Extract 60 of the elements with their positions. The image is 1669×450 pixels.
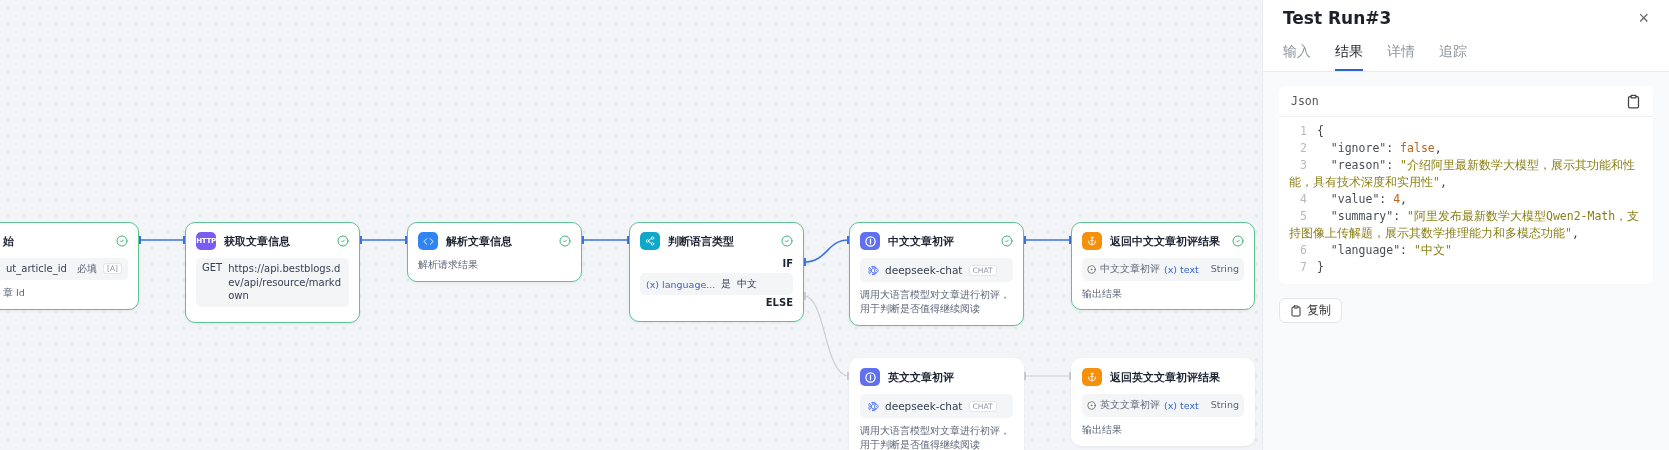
node-title: 获取文章信息 <box>224 233 291 249</box>
output-variable: (x) text <box>1164 263 1200 275</box>
node-title: 返回中文文章初评结果 <box>1110 233 1221 249</box>
code-line: 3 "reason": "介绍阿里最新数学大模型，展示其功能和性能，具有技术深度和实用性", <box>1289 157 1637 191</box>
node-icon <box>1087 400 1096 410</box>
panel-title: Test Run#3 <box>1283 8 1392 28</box>
condition-variable: (x) language... <box>646 278 716 290</box>
workflow-node[interactable]: 返回中文文章初评结果 中文文章初评 (x) text String 输出结果 <box>1071 222 1255 311</box>
else-label: ELSE <box>764 297 793 308</box>
model-name: deepseek-chat <box>885 400 963 412</box>
node-title: 中文文章初评 <box>888 233 955 249</box>
code-line: 1 { <box>1299 123 1325 140</box>
clipboard-icon[interactable] <box>1626 93 1641 109</box>
copy-button[interactable]: 复制 <box>1279 298 1342 323</box>
code-line: 7 } <box>1299 259 1325 276</box>
check-icon <box>116 235 128 247</box>
param-description: 章 Id <box>3 286 25 298</box>
condition-value: 中文 <box>737 277 758 291</box>
anchor-icon <box>1082 232 1102 250</box>
http-method: GET <box>202 262 223 273</box>
output-type: String <box>1210 398 1239 413</box>
node-title: 始 <box>3 233 15 249</box>
code-line: 2 "ignore": false, <box>1299 140 1443 157</box>
node-description: 输出结果 <box>1082 423 1122 435</box>
request-url: https://api.bestblogs.dev/api/resource/markdown <box>228 262 342 303</box>
check-icon <box>559 235 571 247</box>
model-name: deepseek-chat <box>885 264 963 276</box>
output-source: 英文文章初评 <box>1100 398 1160 412</box>
node-title: 判断语言类型 <box>668 233 735 249</box>
workflow-node[interactable]: 返回英文文章初评结果 英文文章初评 (x) text String 输出结果 <box>1071 358 1255 447</box>
node-description: 调用大语言模型对文章进行初评，用于判断是否值得继续阅读 <box>860 424 1011 450</box>
code-line: 5 "summary": "阿里发布最新数学大模型Qwen2-Math，支持图像上传解题，展示其数学推理能力和多模态功能", <box>1289 208 1641 242</box>
format-label: Json <box>1291 94 1319 108</box>
check-icon <box>1232 235 1244 247</box>
code-icon <box>418 232 438 250</box>
clipboard-icon <box>1290 304 1302 317</box>
node-title: 解析文章信息 <box>446 233 513 249</box>
branch-icon <box>640 232 660 250</box>
output-variable: (x) text <box>1164 399 1200 411</box>
code-line: 6 "language": "中文" <box>1299 242 1453 259</box>
code-line: 4 "value": 4, <box>1299 191 1409 208</box>
check-icon <box>337 235 349 247</box>
output-type: String <box>1210 262 1239 277</box>
condition-operator: 是 <box>721 277 732 291</box>
workflow-node[interactable]: 判断语言类型 IF (x) language... 是 中文 ELSE <box>629 222 804 322</box>
close-button[interactable]: × <box>1638 9 1649 27</box>
workflow-node[interactable]: 解析文章信息 解析请求结果 <box>407 222 582 282</box>
output-source: 中文文章初评 <box>1100 262 1160 276</box>
node-title: 英文文章初评 <box>888 369 955 385</box>
param-name: ut_article_id <box>6 263 68 275</box>
node-description: 解析请求结果 <box>418 259 478 270</box>
check-icon <box>1001 235 1013 247</box>
required-label: 必填 <box>77 262 97 276</box>
node-icon <box>1087 264 1096 274</box>
node-description: 输出结果 <box>1082 287 1122 299</box>
node-description: 调用大语言模型对文章进行初评，用于判断是否值得继续阅读 <box>860 288 1011 316</box>
anchor-icon <box>1082 368 1102 386</box>
if-label: IF <box>781 258 793 269</box>
check-icon <box>781 235 793 247</box>
node-title: 返回英文文章初评结果 <box>1110 369 1221 385</box>
